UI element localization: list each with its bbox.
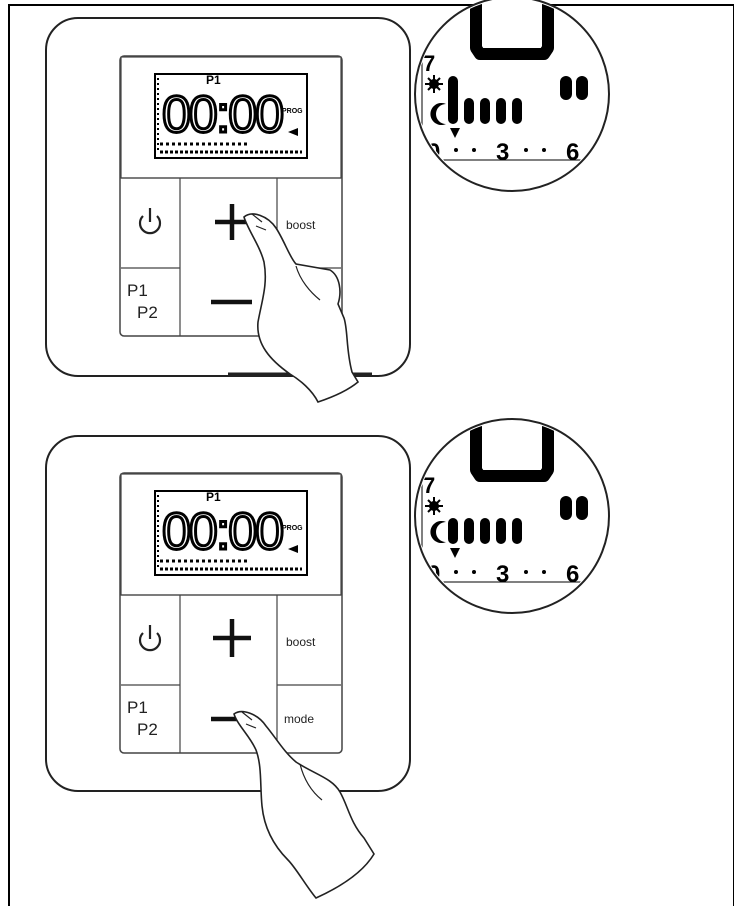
p1-p2-button[interactable]: P1 P2 xyxy=(122,269,179,335)
lcd-time: 00:00 xyxy=(162,86,282,144)
zoom-detail: 7 0 xyxy=(414,0,610,192)
zoom-scale-6: 6 xyxy=(566,139,579,166)
lcd-time-digits: 00:00 xyxy=(161,85,286,146)
plus-button[interactable] xyxy=(181,596,276,684)
p1-p2-button[interactable]: P1 P2 xyxy=(122,686,179,752)
thermostat-diagram: 00:00 P1 PROG P1 P2 boost 7 3 6 xyxy=(45,0,610,403)
panel-step-minus: 00:00 P1 PROG P1 P2 boost mode 7 3 6 xyxy=(0,418,747,899)
boost-label: boost xyxy=(286,218,316,232)
zoom-scale-3: 3 xyxy=(496,561,509,588)
zoom-scale-6: 6 xyxy=(566,561,579,588)
lcd-mode-label: PROG xyxy=(282,525,303,532)
boost-label: boost xyxy=(286,635,316,649)
power-button[interactable] xyxy=(122,179,179,267)
boost-button[interactable]: boost xyxy=(278,596,340,684)
panel-step-plus: 00:00 P1 PROG P1 P2 boost 7 3 6 xyxy=(0,0,747,440)
thermostat-diagram: 00:00 P1 PROG P1 P2 boost mode 7 3 6 xyxy=(45,418,610,899)
lcd-time-digits: 00:00 xyxy=(161,502,286,563)
lcd-mode-label: PROG xyxy=(282,108,303,115)
p2-label: P2 xyxy=(137,303,158,322)
mode-button[interactable]: mode xyxy=(278,686,340,752)
power-button[interactable] xyxy=(122,596,179,684)
p1-label: P1 xyxy=(127,698,148,717)
lcd-program-label: P1 xyxy=(206,490,221,504)
lcd-program-label: P1 xyxy=(206,73,221,87)
zoom-scale-3: 3 xyxy=(496,139,509,166)
p1-label: P1 xyxy=(127,281,148,300)
mode-label: mode xyxy=(284,712,314,726)
zoom-detail: 7 0 3 6 xyxy=(414,418,610,614)
lcd-time: 00:00 xyxy=(162,503,282,561)
p2-label: P2 xyxy=(137,720,158,739)
